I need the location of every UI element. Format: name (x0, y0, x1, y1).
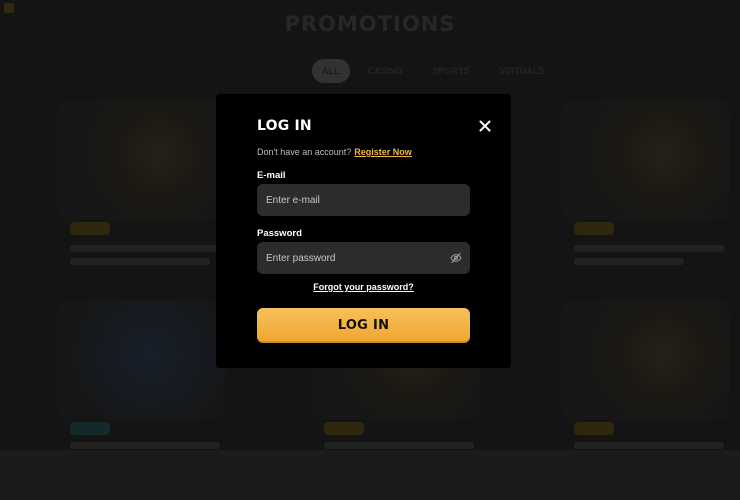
modal-title: LOG IN (257, 118, 312, 134)
login-submit-button[interactable]: LOG IN (257, 308, 470, 343)
register-prompt-text: Don't have an account? (257, 147, 352, 157)
register-now-link[interactable]: Register Now (354, 147, 412, 157)
eye-slash-icon[interactable] (450, 252, 462, 264)
close-button[interactable] (478, 119, 492, 133)
password-label: Password (257, 228, 302, 239)
register-prompt: Don't have an account? Register Now (257, 147, 412, 157)
forgot-password-link[interactable]: Forgot your password? (216, 282, 511, 292)
email-field[interactable] (257, 184, 470, 216)
password-field[interactable] (257, 242, 470, 274)
login-modal: LOG IN Don't have an account? Register No… (216, 94, 511, 368)
close-icon (479, 120, 491, 132)
email-label: E-mail (257, 170, 286, 181)
